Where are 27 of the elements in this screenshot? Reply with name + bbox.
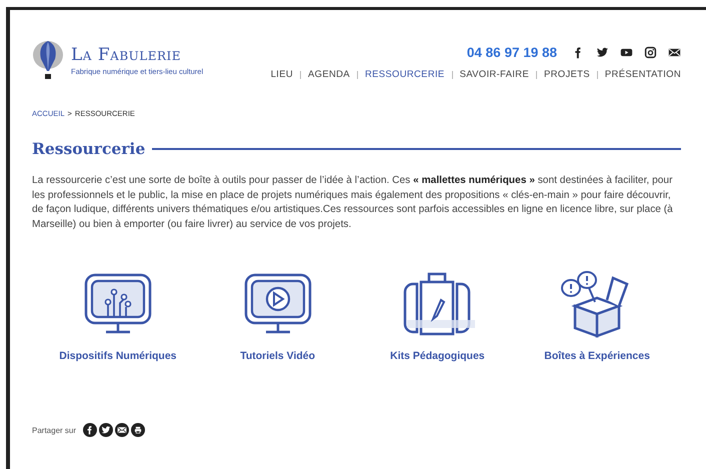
share-button[interactable] — [131, 423, 146, 437]
nav-link[interactable]: AGENDA — [308, 69, 350, 80]
nav-link[interactable]: PROJETS — [544, 69, 590, 80]
mail-icon[interactable] — [668, 46, 681, 59]
nav-link[interactable]: SAVOIR-FAIRE — [460, 69, 529, 80]
mail-icon — [117, 425, 128, 435]
print-icon — [133, 425, 144, 435]
category-link[interactable]: Tutoriels Vidéo — [240, 350, 316, 362]
nav-link[interactable]: RESSOURCERIE — [364, 69, 445, 80]
brand-name: La Fabulerie — [71, 46, 182, 64]
youtube-icon[interactable] — [620, 46, 633, 59]
nav-link[interactable]: LIEU — [270, 69, 294, 80]
share-button[interactable] — [99, 423, 114, 437]
share-label: Partager sur — [32, 426, 76, 434]
category-link[interactable]: Boîtes à Expériences — [544, 350, 650, 362]
category-link[interactable]: Dispositifs Numériques — [59, 350, 177, 362]
share-button[interactable] — [115, 423, 130, 437]
phone-number: 04 86 97 19 88 — [466, 45, 557, 60]
share-button[interactable] — [83, 423, 98, 437]
twitter-icon[interactable] — [596, 46, 609, 59]
nav-link[interactable]: PRÉSENTATION — [604, 69, 681, 80]
twitter-icon — [101, 425, 112, 435]
intro-paragraph: La ressourcerie c’est une sorte de boîte à outils pour passer de l’idée à l’action. Ces « mallettes numériques » sont destinées à faciliter, pour les professionnels et le public, la mise en place de projets numériques mais également des propositions « clés-en-main » pour faire découvrir, de façon ludique, différents univers thématiques e/ou artistiques.Ces ressources sont parfois accessibles en ligne en licence libre, sur place (à Marseille) ou bien à emporter (ou faire livrer) au service de vos projets. — [32, 174, 674, 232]
page-title: Ressourcerie — [32, 139, 146, 158]
balloon-logo — [32, 41, 64, 81]
instagram-icon[interactable] — [644, 46, 657, 59]
category-link[interactable]: Kits Pédagogiques — [390, 350, 485, 362]
